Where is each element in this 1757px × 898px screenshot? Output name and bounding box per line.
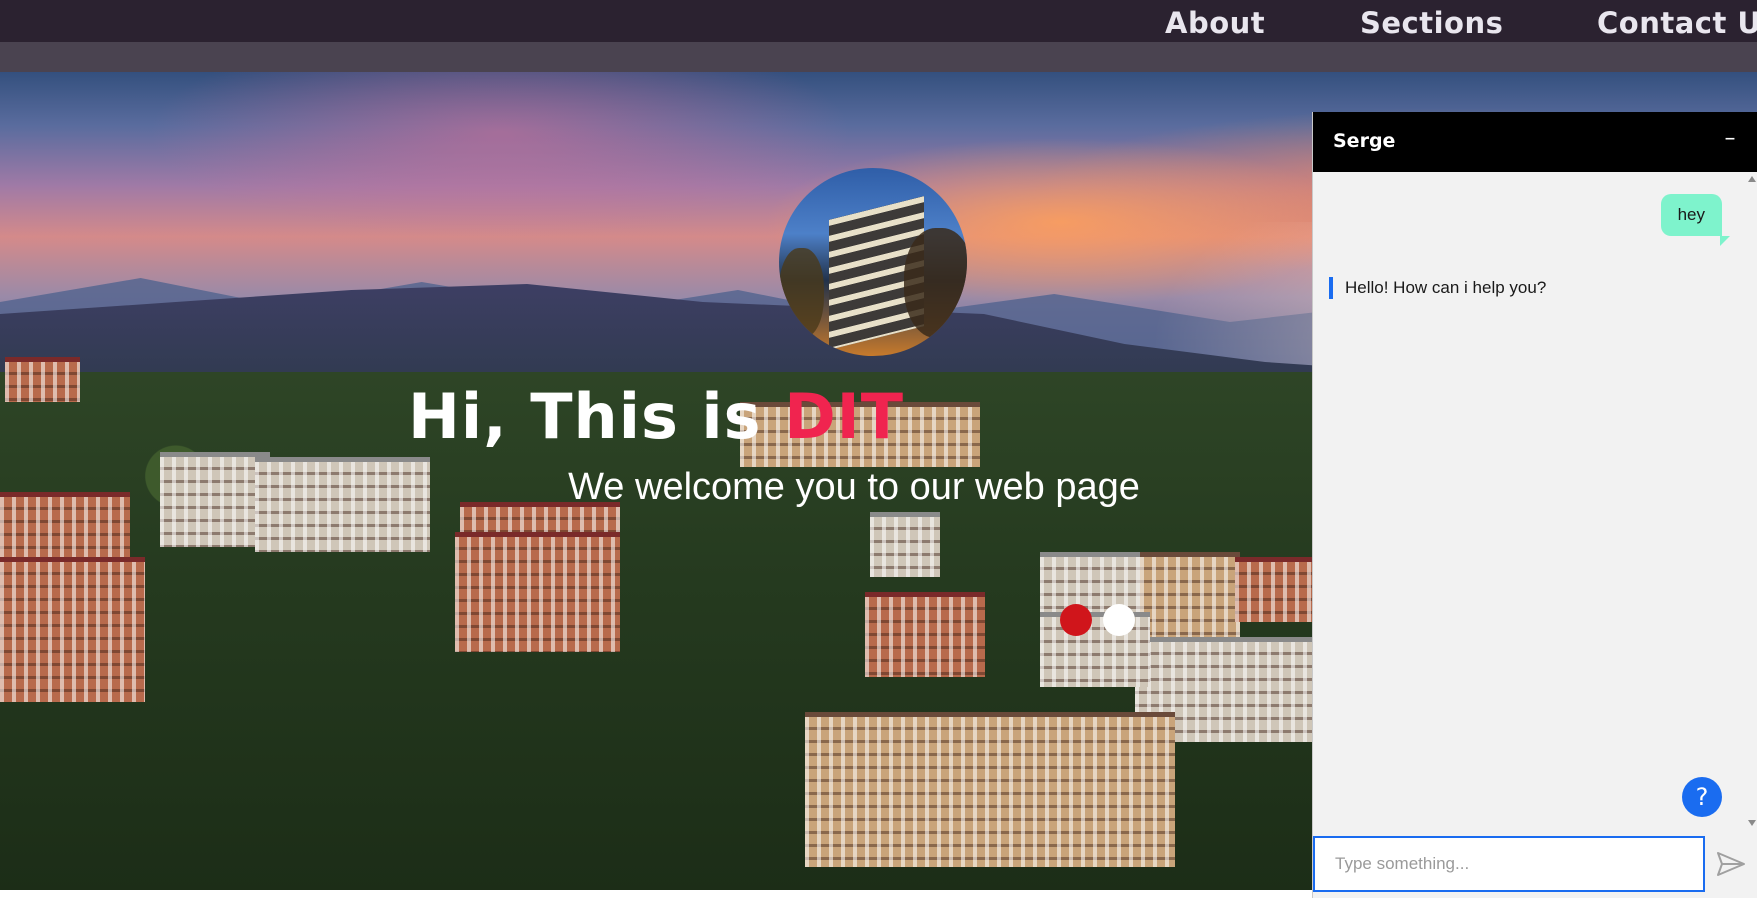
hero-subtitle-text: We welcome you to our web page: [568, 466, 1140, 508]
user-message-bubble: hey: [1660, 194, 1731, 246]
campus-building: [1235, 557, 1315, 622]
chat-widget: Serge – hey Hello! How can i help you? ?: [1312, 112, 1757, 898]
avatar-tree-shape: [904, 228, 967, 338]
campus-building: [1140, 552, 1240, 637]
campus-building: [865, 592, 985, 677]
send-icon[interactable]: [1713, 846, 1749, 882]
chat-title: Serge: [1333, 130, 1396, 152]
campus-building: [0, 557, 145, 702]
college-building-avatar: [779, 168, 967, 356]
send-arrow-svg: [1717, 852, 1745, 876]
hero-title-prefix: Hi, This is: [407, 380, 785, 453]
nav-about-link[interactable]: About: [1165, 6, 1265, 40]
navbar-shadow-strip: [0, 42, 1757, 72]
hero-title: Hi, This is DIT: [0, 380, 1312, 453]
avatar-tree-shape: [779, 248, 824, 338]
hero-title-accent: DIT: [784, 380, 905, 453]
chat-message-input[interactable]: [1313, 836, 1705, 892]
campus-building: [805, 712, 1175, 867]
help-icon[interactable]: ?: [1682, 777, 1722, 817]
scroll-up-arrow-icon[interactable]: [1748, 176, 1756, 182]
slider-dot[interactable]: [1103, 604, 1135, 636]
chat-header: Serge –: [1313, 112, 1757, 172]
campus-building: [455, 532, 620, 652]
campus-building: [870, 512, 940, 577]
scroll-down-arrow-icon[interactable]: [1748, 820, 1756, 826]
slider-dot-active[interactable]: [1060, 604, 1092, 636]
minimize-icon[interactable]: –: [1718, 126, 1742, 151]
nav-sections-link[interactable]: Sections: [1360, 6, 1503, 40]
bot-message: Hello! How can i help you?: [1329, 277, 1546, 299]
nav-contact-us-link[interactable]: Contact Us: [1597, 6, 1757, 40]
top-navbar: About Sections Contact Us: [0, 0, 1757, 42]
